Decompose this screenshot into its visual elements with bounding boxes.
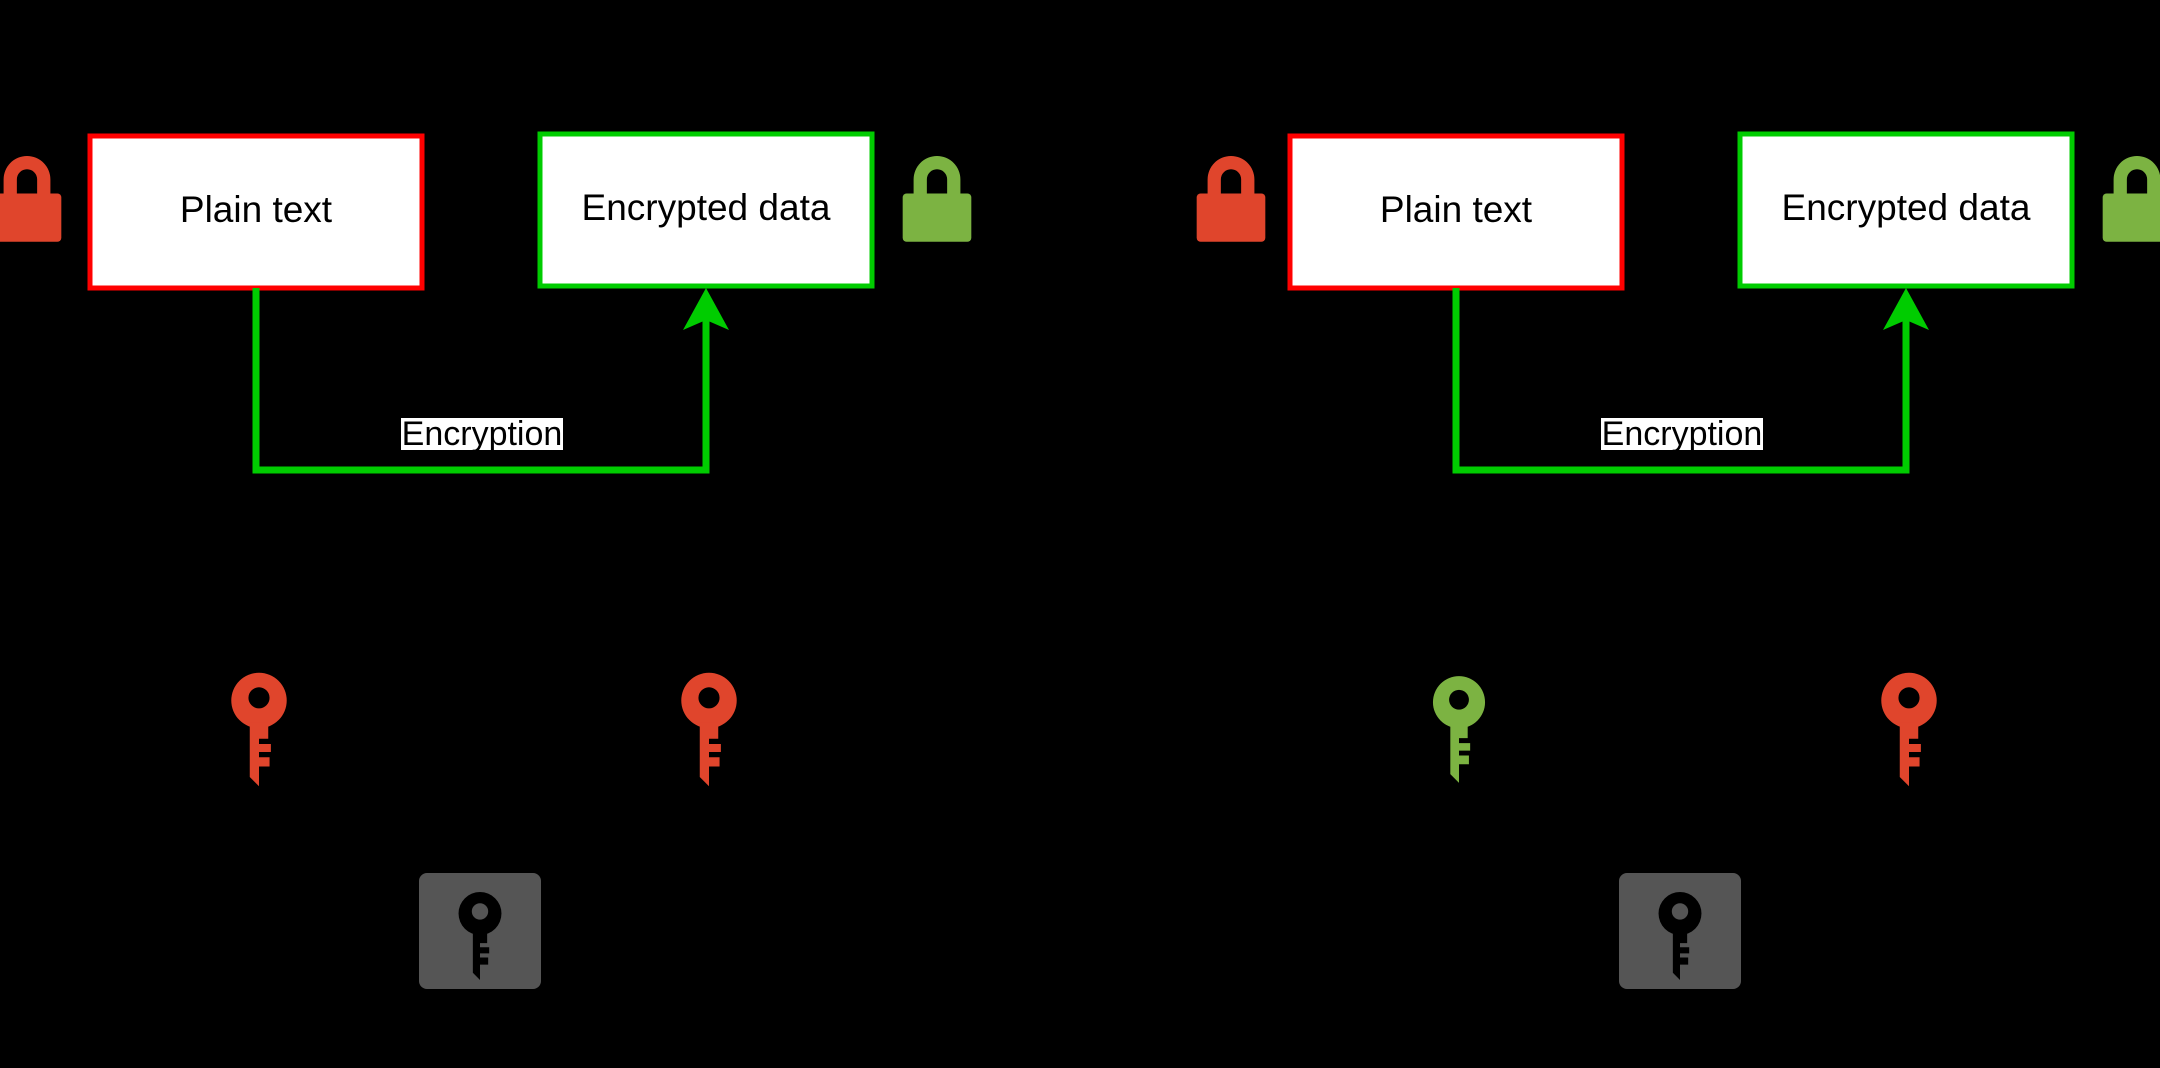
plain-text-label: Plain text: [1380, 189, 1533, 230]
keystore-box[interactable]: [419, 873, 541, 989]
encryption-label: Encryption: [1601, 415, 1763, 453]
encrypted-data-label: Encrypted data: [582, 187, 831, 228]
encryption-label-text: Encryption: [402, 415, 563, 453]
diagram-canvas: Plain text Encrypted data Encryption Pla…: [0, 0, 2160, 1068]
plain-text-label: Plain text: [180, 189, 333, 230]
plain-text-box[interactable]: Plain text: [1287, 133, 1625, 291]
encrypted-data-box[interactable]: Encrypted data: [537, 131, 875, 289]
encryption-diagram: Plain text Encrypted data Encryption Pla…: [0, 0, 2160, 1068]
plain-text-box[interactable]: Plain text: [87, 133, 425, 291]
encryption-label: Encryption: [401, 415, 563, 453]
keystore-box[interactable]: [1619, 873, 1741, 989]
encrypted-data-label: Encrypted data: [1782, 187, 2031, 228]
encrypted-data-box[interactable]: Encrypted data: [1737, 131, 2075, 289]
encryption-label-text: Encryption: [1602, 415, 1763, 453]
